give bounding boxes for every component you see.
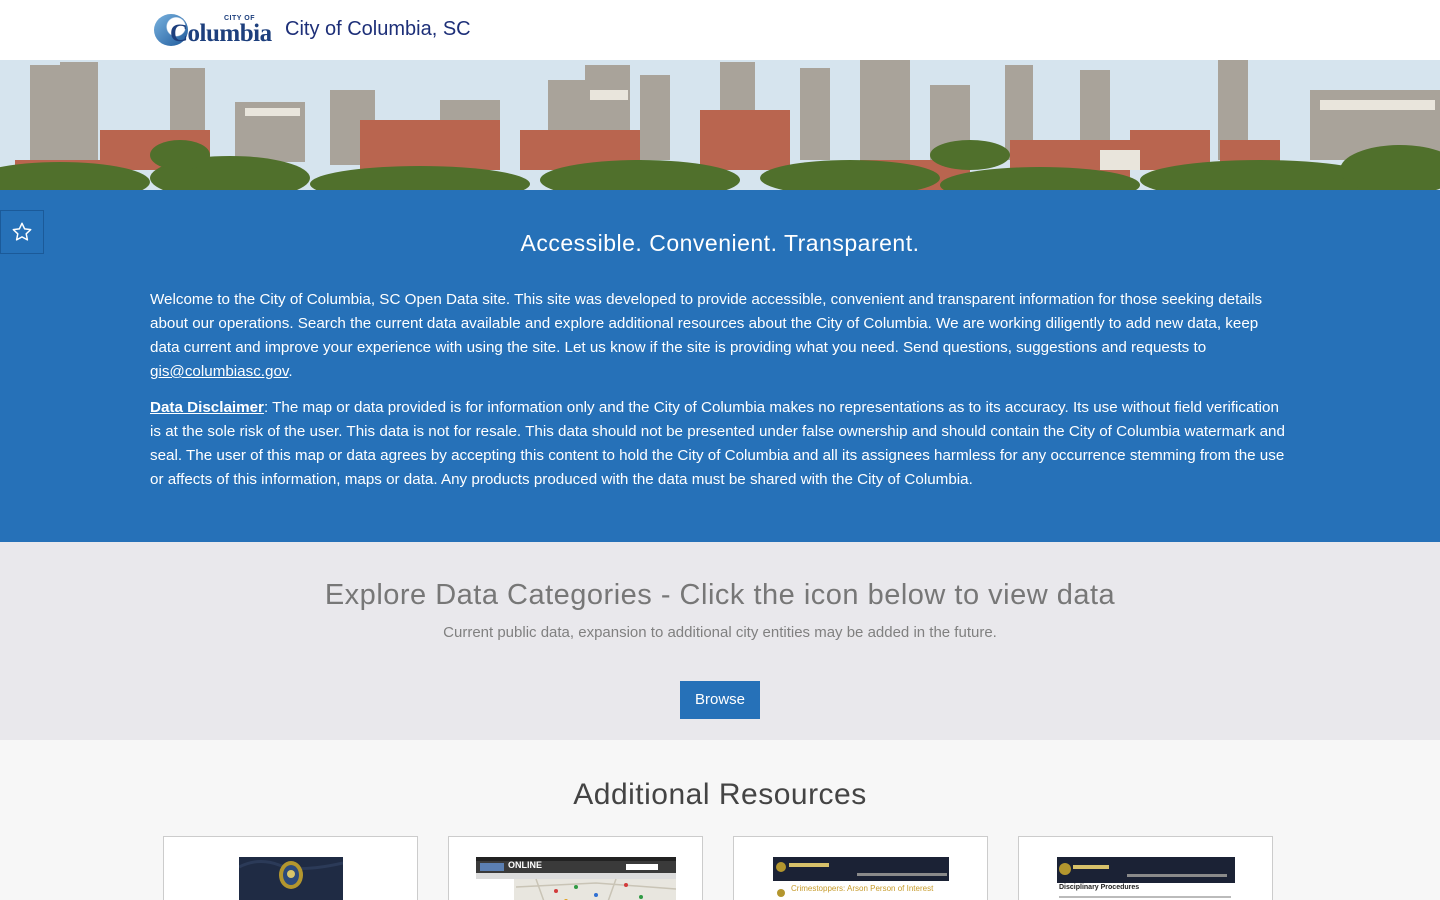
police-webpage-thumb-text: Crimestoppers: Arson Person of Interest [791, 884, 934, 893]
police-patch-icon [239, 857, 343, 900]
resource-card-2[interactable]: ONLINE [448, 836, 703, 900]
skyline-illustration [0, 60, 1440, 190]
resource-card-1[interactable] [163, 836, 418, 900]
favorite-star-button[interactable] [0, 210, 44, 254]
site-title[interactable]: City of Columbia, SC [285, 18, 471, 41]
police-webpage-graphic [773, 857, 949, 900]
site-header: CITY OF Columbia City of Columbia, SC [0, 0, 1440, 60]
disclaimer-label[interactable]: Data Disclaimer [150, 399, 264, 416]
explore-heading: Explore Data Categories - Click the icon… [324, 579, 1116, 611]
explore-section: Explore Data Categories - Click the icon… [0, 542, 1440, 740]
crime-map-graphic [476, 857, 676, 900]
welcome-text: Welcome to the City of Columbia, SC Open… [150, 291, 1263, 356]
star-icon [12, 222, 32, 241]
city-logo[interactable]: CITY OF Columbia [154, 12, 272, 48]
disclaimer-text: : The map or data provided is for inform… [150, 399, 1285, 488]
hero-skyline-image [0, 60, 1440, 190]
police-patch-graphic [239, 857, 343, 900]
resources-heading: Additional Resources [573, 778, 867, 811]
intro-section: Accessible. Convenient. Transparent. Wel… [0, 190, 1440, 542]
resource-card-3[interactable]: Crimestoppers: Arson Person of Interest [733, 836, 988, 900]
welcome-paragraph: Welcome to the City of Columbia, SC Open… [150, 288, 1290, 384]
crime-map-thumb-text: ONLINE [508, 860, 543, 870]
browse-button[interactable]: Browse [680, 681, 760, 719]
resource-card-4[interactable]: Disciplinary Procedures [1018, 836, 1273, 900]
explore-subtitle: Current public data, expansion to additi… [443, 624, 997, 641]
resource-cards: ONLINE Crimestoppers: Arson Person of In… [163, 836, 1273, 900]
disciplinary-webpage-icon: Disciplinary Procedures [1057, 857, 1235, 900]
disciplinary-webpage-graphic [1057, 857, 1235, 900]
contact-email-link[interactable]: gis@columbiasc.gov [150, 363, 288, 380]
welcome-end: . [288, 363, 293, 380]
disciplinary-thumb-text: Disciplinary Procedures [1059, 884, 1140, 891]
police-webpage-icon: Crimestoppers: Arson Person of Interest [773, 857, 949, 900]
logo-wordmark: Columbia [170, 20, 272, 47]
disclaimer-paragraph: Data Disclaimer: The map or data provide… [150, 396, 1290, 492]
intro-heading: Accessible. Convenient. Transparent. [520, 230, 920, 256]
crime-map-icon: ONLINE [476, 857, 676, 900]
